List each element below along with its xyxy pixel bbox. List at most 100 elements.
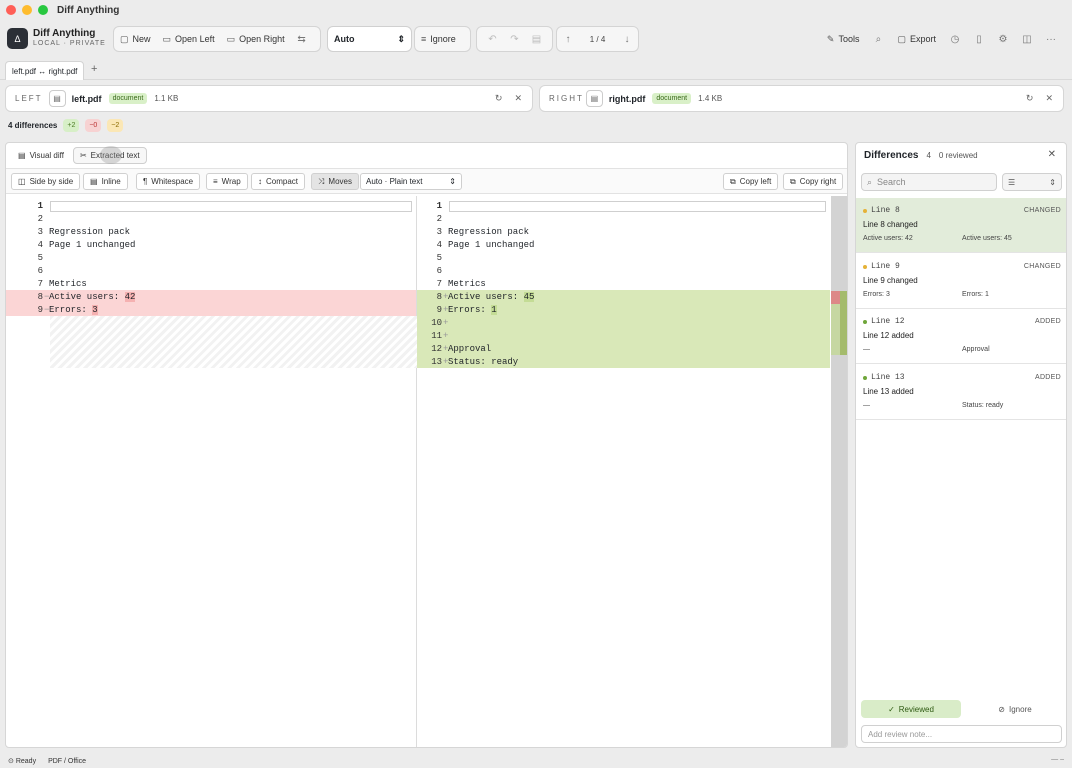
add-tab-icon[interactable]: + [91,63,97,75]
overview-added-marker [840,291,847,355]
difference-item[interactable]: Line 13 ADDED Line 13 added — Status: read… [856,365,1066,420]
next-diff-icon[interactable]: ↓ [616,28,638,50]
close-icon[interactable]: ✕ [1048,149,1056,160]
compare-mode-value: Auto [334,34,355,44]
close-icon[interactable]: ✕ [1045,93,1053,104]
updown-chevron-icon: ⇕ [1049,177,1056,187]
ignore-difference-label: Ignore [1009,704,1032,714]
changed-text-highlight: 3 [92,304,98,315]
updown-chevron-icon: ⇕ [449,177,456,186]
right-tools: ✎ Tools ⌕ ▢ Export ◷ ▯ ⚙ ◫ ··· [821,26,1062,52]
ignore-button[interactable]: ≡ Ignore [415,28,462,50]
columns-icon: ◫ [18,177,26,186]
copy-left-button[interactable]: ⧉ Copy left [723,173,779,190]
more-icon[interactable]: ··· [1040,28,1062,50]
redo-icon[interactable]: ↷ [504,28,526,50]
review-note-input[interactable]: Add review note... [861,725,1062,743]
difference-item[interactable]: Line 8 CHANGED Line 8 changed Active user… [856,198,1066,253]
gear-icon[interactable]: ⚙ [992,28,1014,50]
export-icon: ▢ [897,33,906,44]
line-text: Approval [448,343,492,354]
search-icon[interactable]: ⌕ [867,28,889,50]
window-controls [6,5,48,15]
compact-icon: ↕ [258,177,262,186]
difference-item[interactable]: Line 9 CHANGED Line 9 changed Errors: 3 Er… [856,254,1066,309]
shuffle-icon: ⤨ [318,176,325,186]
tools-button[interactable]: ✎ Tools [821,28,866,50]
line-number: 3 [436,226,442,237]
code-line: 2 [417,212,830,225]
sidebar-toggle-icon[interactable]: ◫ [1016,28,1038,50]
differences-search-input[interactable]: ⌕ Search [861,173,997,191]
line-number: 9 [37,304,43,315]
check-icon: ✓ [888,704,895,714]
ignore-difference-button[interactable]: ⊘ Ignore [965,700,1065,718]
moves-label: Moves [328,177,352,186]
reload-icon[interactable]: ↻ [495,93,503,104]
line-text: Metrics [49,278,87,289]
difference-left-value: Errors: 3 [863,291,890,298]
format-select[interactable]: Auto · Plain text ⇕ [360,173,462,190]
line-number: 5 [37,252,43,263]
open-right-label: Open Right [239,34,285,44]
open-right-button[interactable]: ▭ Open Right [221,28,291,50]
file-actions-group: ▢ New ▭ Open Left ▭ Open Right ⇆ [113,26,321,52]
close-window-button[interactable] [6,5,16,15]
wrap-toggle[interactable]: ≡ Wrap [206,173,248,190]
line-text: Active users: [448,291,524,302]
save-icon[interactable]: ▤ [526,28,548,50]
swap-icon[interactable]: ⇆ [291,28,313,50]
history-icon[interactable]: ◷ [944,28,966,50]
brand-subtitle: LOCAL · PRIVATE [33,40,106,47]
moves-toggle[interactable]: ⤨ Moves [311,173,359,190]
reviewed-button[interactable]: ✓ Reviewed [861,700,961,718]
search-placeholder: Search [877,177,906,187]
inserted-line: 9 + Errors: 1 [417,303,830,316]
line-number: 3 [37,226,43,237]
status-format: PDF / Office [48,757,87,765]
status-bar: ⊙ Ready PDF / Office [0,754,1072,768]
left-file-bar: LEFT ▤ left.pdf document 1.1 KB ↻ ✕ [5,85,533,112]
line-number: 7 [436,278,442,289]
copy-right-button[interactable]: ⧉ Copy right [783,173,844,190]
right-text-pane[interactable]: 1 2 3 Regression pack 4 Page 1 unchanged 5… [417,196,830,747]
search-icon: ⌕ [867,176,873,187]
new-button[interactable]: ▢ New [114,28,157,50]
bookmark-icon[interactable]: ▯ [968,28,990,50]
minimize-window-button[interactable] [22,5,32,15]
close-icon[interactable]: ✕ [514,93,522,104]
copy-icon: ⧉ [730,176,736,186]
whitespace-toggle[interactable]: ¶ Whitespace [136,173,201,190]
added-marker: + [443,330,449,341]
tab-comparison[interactable]: left.pdf ↔ right.pdf [5,61,85,80]
compare-mode-select[interactable]: Auto ⇕ [327,26,412,52]
difference-left-value: Active users: 42 [863,235,913,242]
undo-icon[interactable]: ↶ [482,28,504,50]
differences-panel: Differences 4 0 reviewed ✕ ⌕ Search ☰ ⇕ … [855,142,1067,748]
differences-filter-select[interactable]: ☰ ⇕ [1002,173,1062,191]
line-number: 6 [436,265,442,276]
difference-line: Line 9 [871,262,900,271]
open-left-button[interactable]: ▭ Open Left [157,28,221,50]
inline-toggle[interactable]: ▤ Inline [83,173,128,190]
maximize-window-button[interactable] [38,5,48,15]
status-zoom: — – [1051,756,1064,763]
added-dot-icon [863,319,867,324]
left-text-pane[interactable]: 1 2 3 Regression pack 4 Page 1 unchanged 5… [6,196,417,747]
side-by-side-toggle[interactable]: ◫ Side by side [11,173,81,190]
code-line: 3 Regression pack [417,225,830,238]
previous-diff-icon[interactable]: ↑ [557,28,579,50]
overview-removed-marker [831,291,840,304]
line-number: 8 [37,291,43,302]
difference-right-value: Approval [962,346,990,353]
tab-visual-diff[interactable]: ▤ Visual diff [12,147,70,164]
export-button[interactable]: ▢ Export [891,28,942,50]
reload-icon[interactable]: ↻ [1026,93,1034,104]
compact-label: Compact [266,177,299,186]
folder-icon: ▭ [226,33,236,44]
compact-toggle[interactable]: ↕ Compact [251,173,306,190]
right-file-size: 1.4 KB [698,94,723,103]
difference-kind: CHANGED [1023,207,1061,214]
difference-item[interactable]: Line 12 ADDED Line 12 added — Approval [856,309,1066,364]
diff-overview-scrollbar[interactable] [831,196,847,747]
